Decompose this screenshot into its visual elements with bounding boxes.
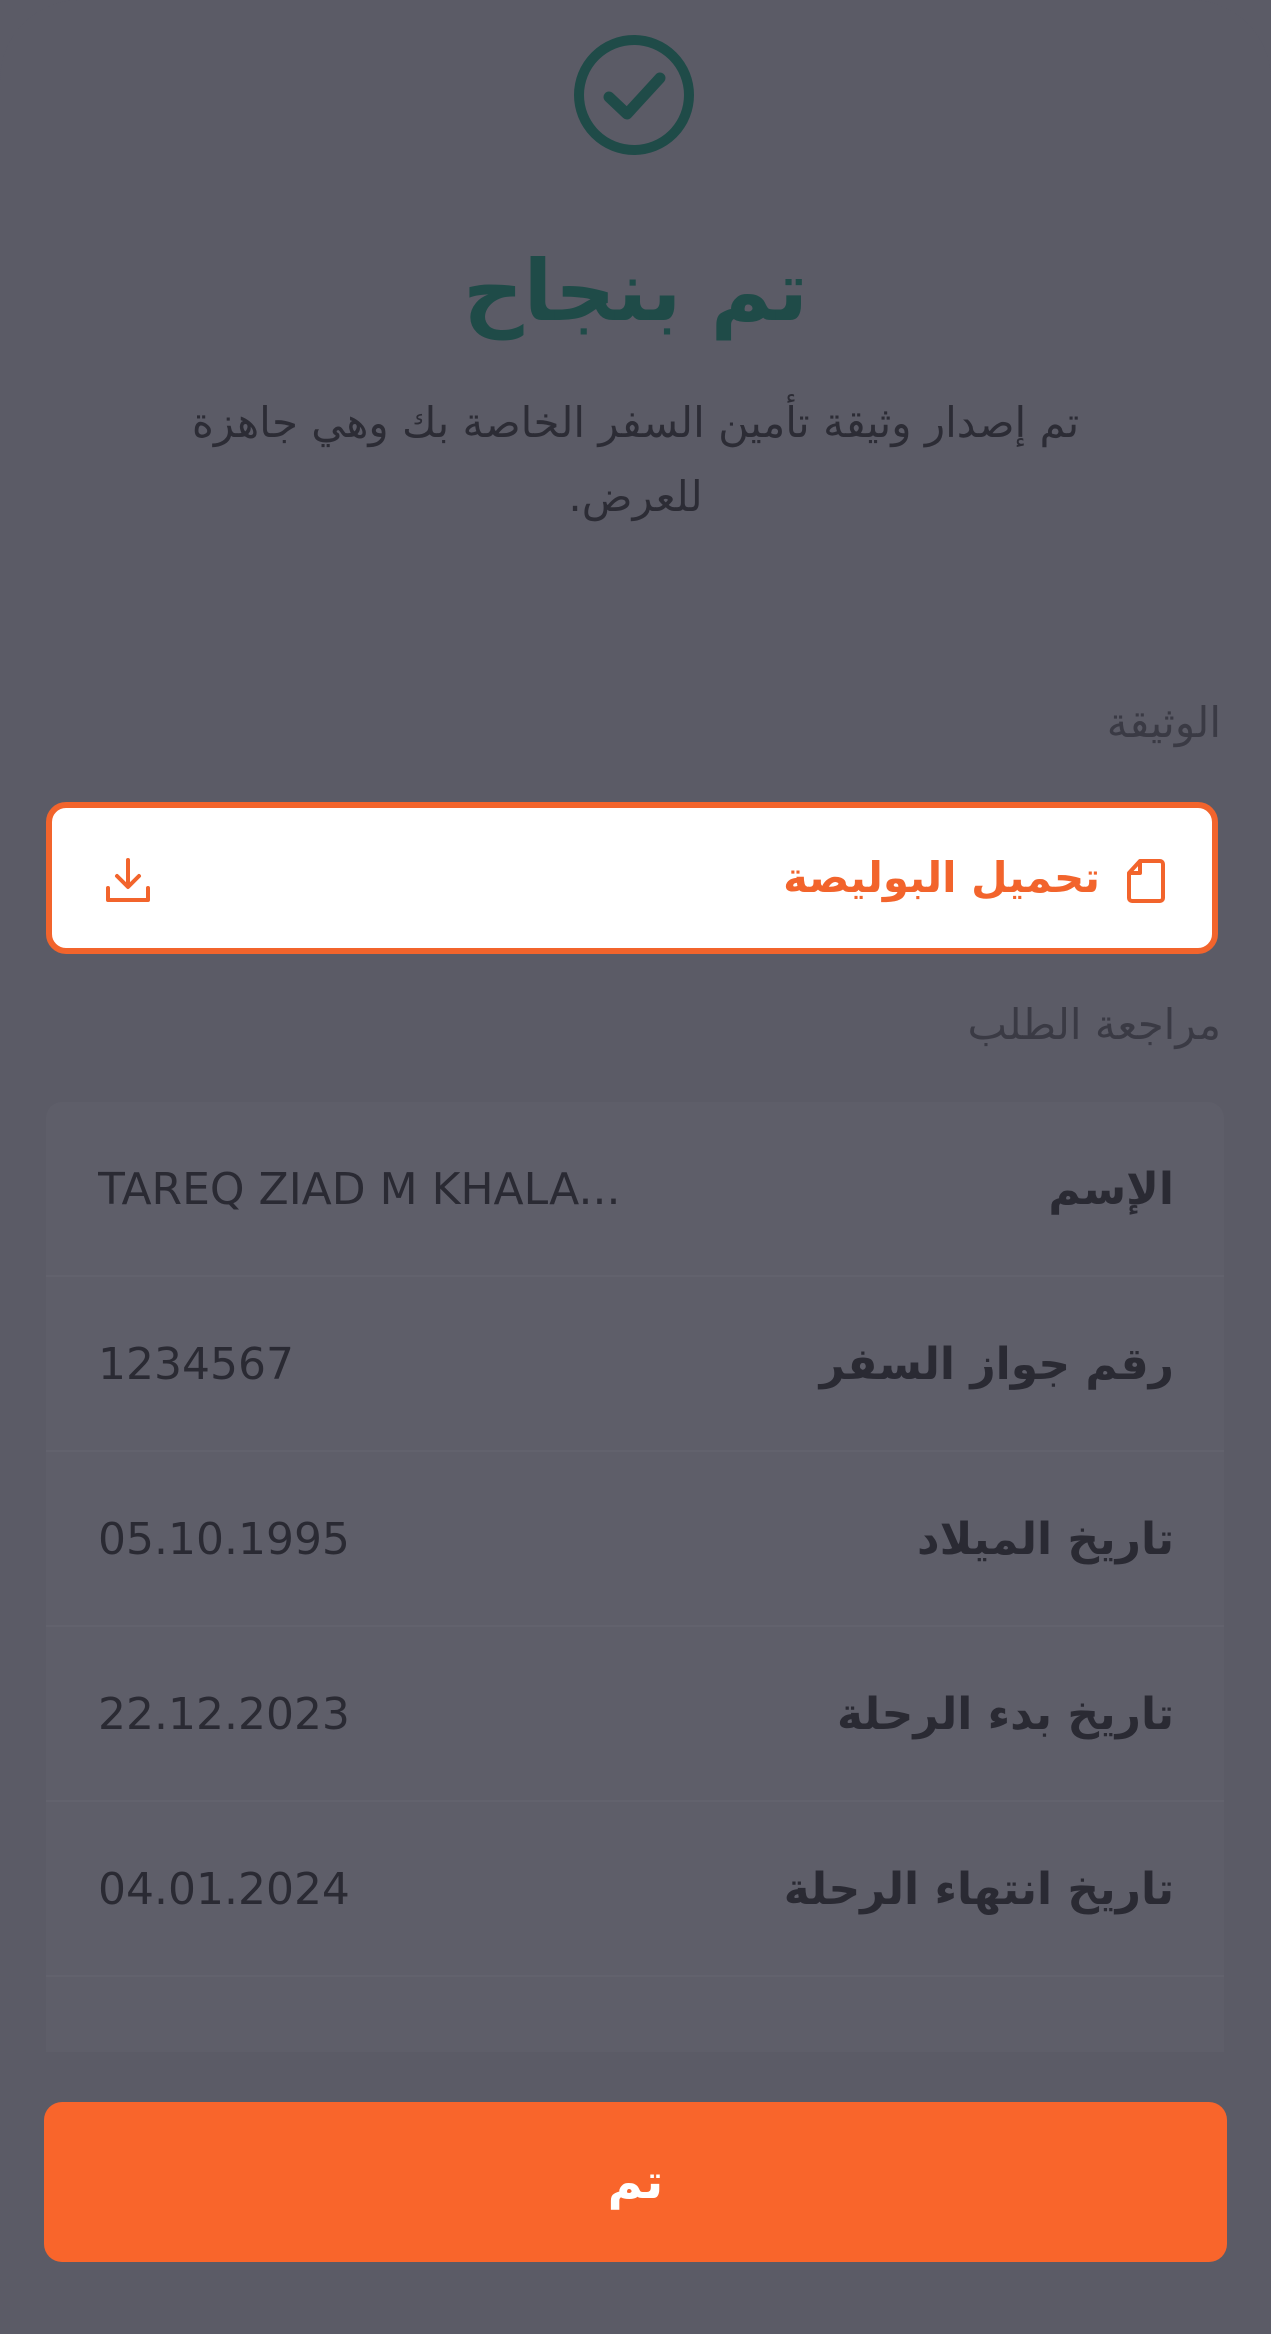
done-button[interactable]: تم — [44, 2102, 1227, 2262]
download-icon — [106, 858, 150, 902]
review-value: 1234567 — [98, 1339, 294, 1390]
review-value: 04.01.2024 — [98, 1864, 350, 1915]
success-title: تم بنجاح — [462, 242, 809, 340]
review-value: TAREQ ZIAD M KHALA... — [98, 1164, 621, 1215]
document-icon — [1127, 859, 1165, 903]
review-key: تاريخ انتهاء الرحلة — [783, 1864, 1174, 1915]
review-key: رقم جواز السفر — [819, 1339, 1174, 1390]
review-key: تاريخ بدء الرحلة — [836, 1689, 1174, 1740]
review-row: تاريخ بدء الرحلة 22.12.2023 — [46, 1627, 1224, 1802]
check-circle-icon — [574, 35, 694, 155]
footer: تم — [0, 2052, 1271, 2334]
download-policy-button[interactable]: تحميل البوليصة — [46, 802, 1218, 954]
review-value: 05.10.1995 — [98, 1514, 350, 1565]
document-section-label: الوثيقة — [1106, 698, 1221, 747]
download-policy-label: تحميل البوليصة — [783, 853, 1100, 902]
review-card: الإسم TAREQ ZIAD M KHALA... رقم جواز الس… — [46, 1102, 1224, 2102]
success-message: تم إصدار وثيقة تأمين السفر الخاصة بك وهي… — [191, 398, 1080, 521]
review-row: رقم جواز السفر 1234567 — [46, 1277, 1224, 1452]
review-row: تاريخ الميلاد 05.10.1995 — [46, 1452, 1224, 1627]
review-row: تاريخ انتهاء الرحلة 04.01.2024 — [46, 1802, 1224, 1977]
review-row: الإسم TAREQ ZIAD M KHALA... — [46, 1102, 1224, 1277]
review-key: الإسم — [1048, 1164, 1174, 1215]
success-screen: تم بنجاح تم إصدار وثيقة تأمين السفر الخا… — [0, 0, 1271, 2334]
review-section-label: مراجعة الطلب — [967, 1000, 1222, 1049]
review-value: 22.12.2023 — [98, 1689, 350, 1740]
review-key: تاريخ الميلاد — [917, 1514, 1174, 1565]
